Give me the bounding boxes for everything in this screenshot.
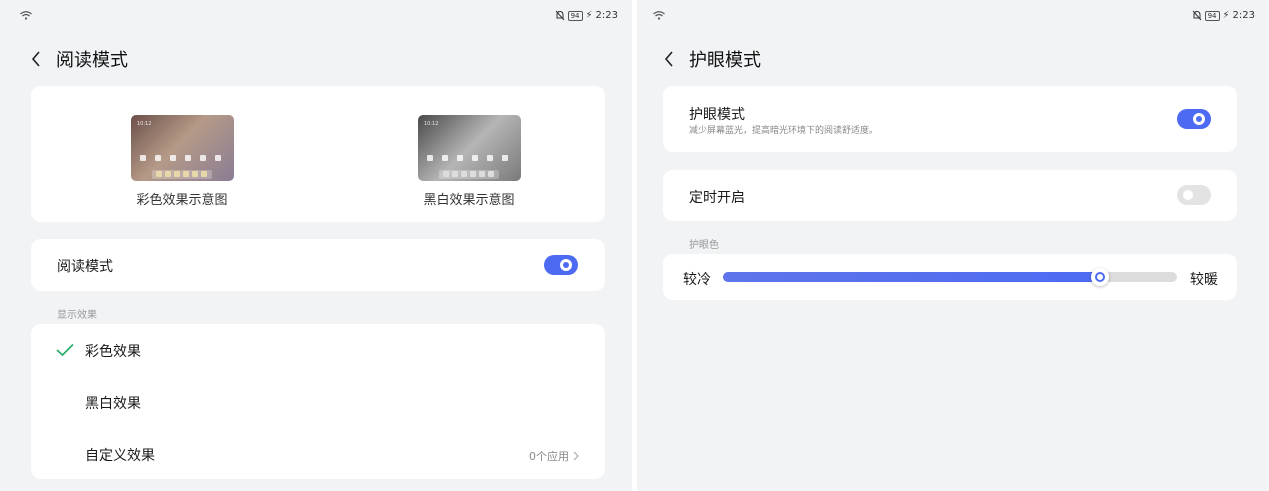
reading-mode-panel: 94 ⚡ 2:23 阅读模式 10:12 彩色效果示意图 10:12 黑白效果示… bbox=[0, 0, 632, 491]
back-button[interactable] bbox=[28, 47, 44, 71]
status-right: 94 ⚡ 2:23 bbox=[1192, 10, 1255, 21]
bw-preview-image: 10:12 bbox=[418, 115, 521, 181]
preview-card: 10:12 彩色效果示意图 10:12 黑白效果示意图 bbox=[31, 86, 605, 222]
status-right: 94 ⚡ 2:23 bbox=[555, 10, 618, 21]
schedule-label: 定时开启 bbox=[689, 190, 745, 206]
option-color-effect[interactable]: 彩色效果 bbox=[31, 324, 605, 376]
eye-color-slider-row: 较冷 较暖 bbox=[663, 254, 1237, 300]
color-preview-image: 10:12 bbox=[131, 115, 234, 181]
mute-icon bbox=[1192, 10, 1201, 21]
status-time: 2:23 bbox=[1232, 10, 1255, 21]
back-icon bbox=[664, 51, 673, 67]
checkmark-icon bbox=[56, 343, 74, 357]
option-label: 彩色效果 bbox=[85, 344, 141, 360]
eye-care-description: 减少屏幕蓝光，提高暗光环境下的阅读舒适度。 bbox=[689, 126, 879, 136]
display-effect-section-label: 显示效果 bbox=[57, 310, 97, 321]
nav-bar: 护眼模式 bbox=[661, 46, 761, 72]
reading-mode-label: 阅读模式 bbox=[57, 259, 113, 275]
chevron-right-icon bbox=[573, 451, 579, 461]
schedule-toggle[interactable] bbox=[1177, 185, 1211, 205]
eye-care-row: 护眼模式 减少屏幕蓝光，提高暗光环境下的阅读舒适度。 bbox=[663, 86, 1237, 152]
slider-min-label: 较冷 bbox=[683, 272, 711, 288]
nav-bar: 阅读模式 bbox=[28, 46, 128, 72]
battery-icon: 94 bbox=[1204, 10, 1220, 21]
option-label: 黑白效果 bbox=[85, 396, 141, 412]
eye-care-panel: 94 ⚡ 2:23 护眼模式 护眼模式 减少屏幕蓝光，提高暗光环境下的阅读舒适度… bbox=[637, 0, 1269, 491]
eye-color-slider[interactable] bbox=[723, 268, 1177, 286]
eye-color-section-label: 护眼色 bbox=[689, 240, 719, 251]
bw-preview-caption: 黑白效果示意图 bbox=[423, 193, 515, 208]
reading-mode-toggle[interactable] bbox=[544, 255, 578, 275]
color-preview-caption: 彩色效果示意图 bbox=[136, 193, 228, 208]
slider-max-label: 较暖 bbox=[1190, 272, 1218, 288]
status-bar: 94 ⚡ 2:23 bbox=[0, 0, 632, 34]
wifi-icon bbox=[653, 11, 665, 20]
slider-thumb[interactable] bbox=[1090, 268, 1109, 286]
charging-icon: ⚡ bbox=[1222, 10, 1230, 21]
wifi-icon bbox=[20, 11, 32, 20]
back-icon bbox=[31, 51, 40, 67]
status-bar: 94 ⚡ 2:23 bbox=[637, 0, 1269, 34]
page-title: 护眼模式 bbox=[689, 50, 761, 71]
display-effect-options: 彩色效果 黑白效果 自定义效果 0个应用 bbox=[31, 324, 605, 479]
mute-icon bbox=[555, 10, 564, 21]
slider-fill bbox=[723, 272, 1100, 282]
eye-care-toggle[interactable] bbox=[1177, 109, 1211, 129]
option-bw-effect[interactable]: 黑白效果 bbox=[31, 376, 605, 428]
back-button[interactable] bbox=[661, 47, 677, 71]
custom-effect-app-count: 0个应用 bbox=[529, 448, 579, 464]
page-title: 阅读模式 bbox=[56, 50, 128, 71]
option-custom-effect[interactable]: 自定义效果 0个应用 bbox=[31, 428, 605, 479]
charging-icon: ⚡ bbox=[585, 10, 593, 21]
schedule-row: 定时开启 bbox=[663, 170, 1237, 221]
option-label: 自定义效果 bbox=[85, 448, 155, 464]
reading-mode-row: 阅读模式 bbox=[31, 239, 605, 291]
battery-icon: 94 bbox=[567, 10, 583, 21]
eye-care-label: 护眼模式 bbox=[689, 107, 745, 123]
status-time: 2:23 bbox=[595, 10, 618, 21]
